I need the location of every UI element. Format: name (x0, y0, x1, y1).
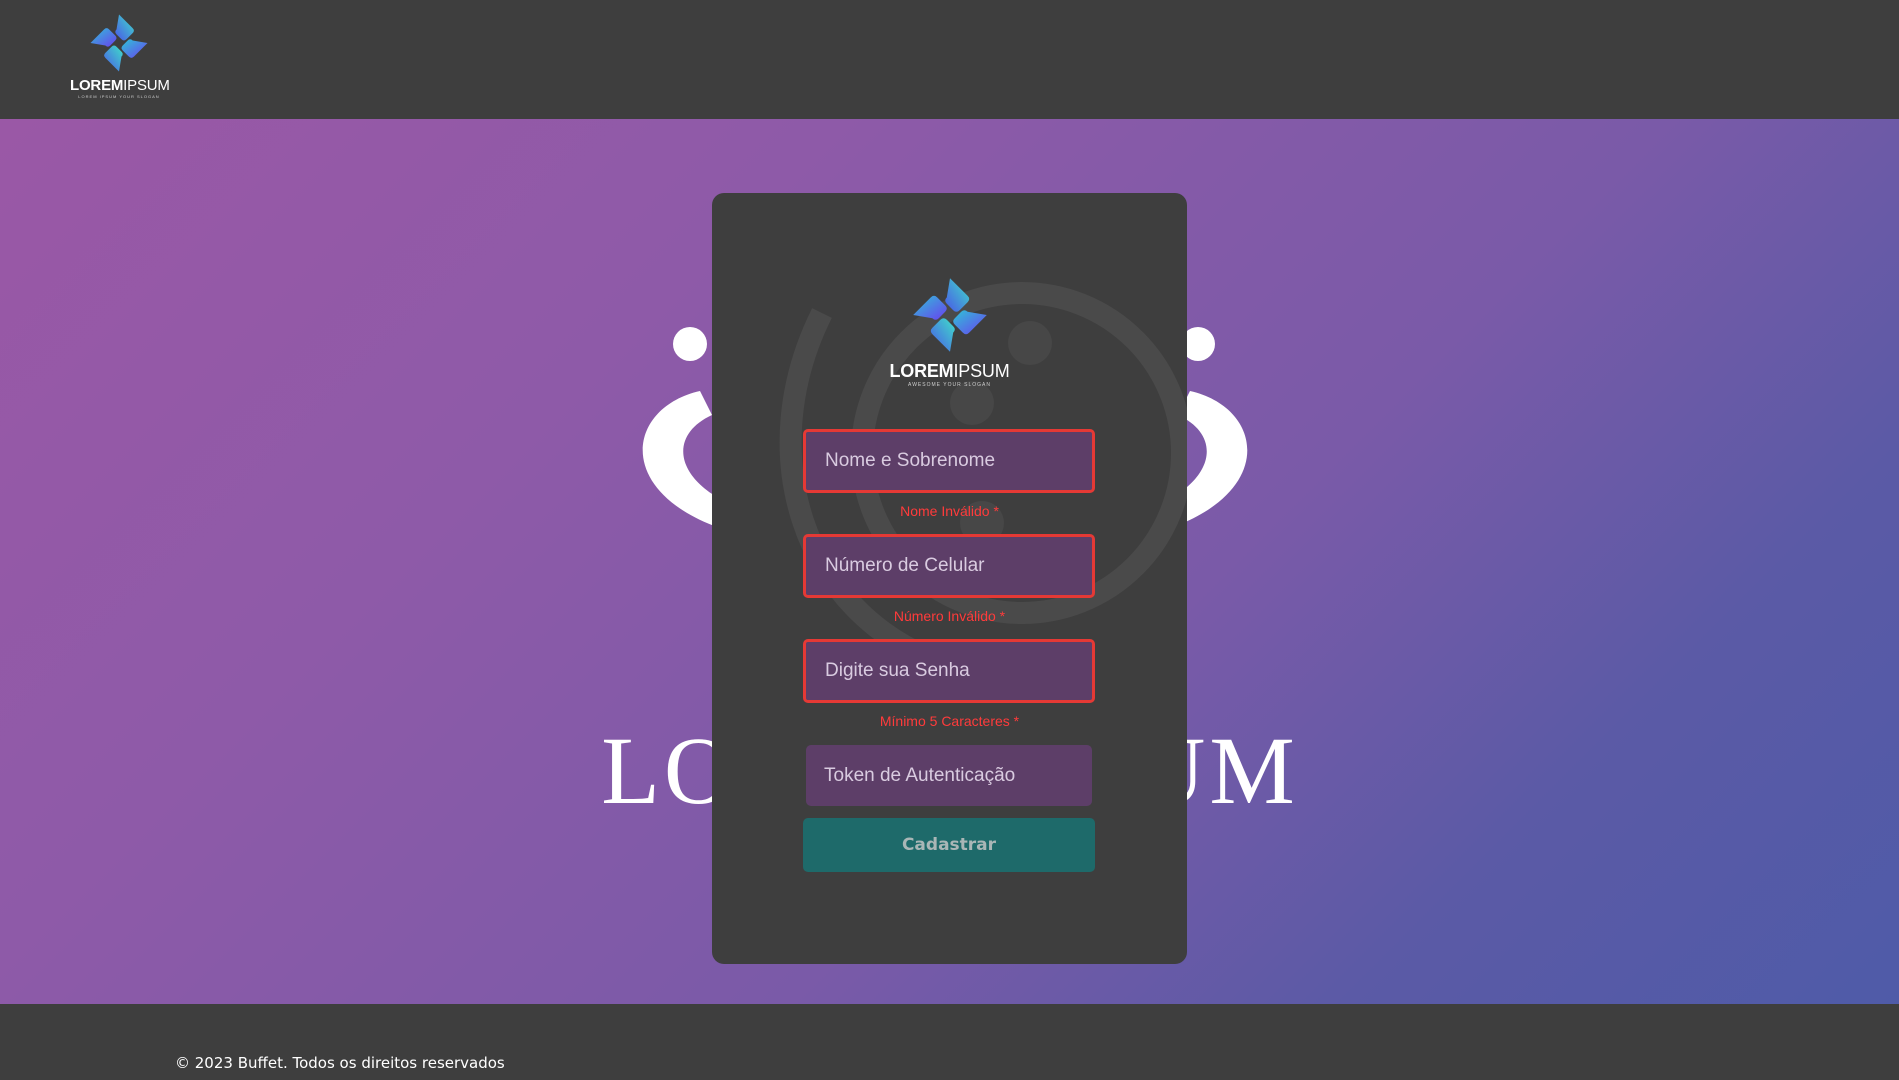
submit-button[interactable]: Cadastrar (803, 818, 1095, 872)
card-logo-slogan: AWESOME YOUR SLOGAN (908, 382, 991, 388)
footer-copyright: © 2023 Buffet. Todos os direitos reserva… (175, 1054, 505, 1072)
card-logo-mark-icon (912, 278, 987, 352)
hero-section: LOREM IPSUM LOREMIPSUM (0, 119, 1899, 1004)
phone-input[interactable] (803, 534, 1095, 598)
phone-error: Número Inválido * (893, 608, 1006, 624)
password-error: Mínimo 5 Caracteres * (879, 713, 1020, 729)
header-logo-slogan: LOREM IPSUM YOUR SLOGAN (78, 94, 160, 99)
password-input[interactable] (803, 639, 1095, 703)
signup-card: LOREMIPSUM AWESOME YOUR SLOGAN Nome Invá… (712, 193, 1187, 964)
name-input[interactable] (803, 429, 1095, 493)
logo-mark-icon (90, 14, 148, 72)
header: LOREMIPSUM LOREM IPSUM YOUR SLOGAN (0, 0, 1899, 119)
card-logo: LOREMIPSUM AWESOME YOUR SLOGAN (882, 275, 1017, 395)
header-logo[interactable]: LOREMIPSUM LOREM IPSUM YOUR SLOGAN (70, 12, 170, 102)
footer: © 2023 Buffet. Todos os direitos reserva… (0, 1004, 1899, 1080)
name-error: Nome Inválido * (900, 503, 999, 519)
card-logo-wordmark: LOREMIPSUM (889, 361, 1010, 381)
header-logo-wordmark: LOREMIPSUM (70, 77, 170, 94)
token-input[interactable] (806, 745, 1092, 806)
